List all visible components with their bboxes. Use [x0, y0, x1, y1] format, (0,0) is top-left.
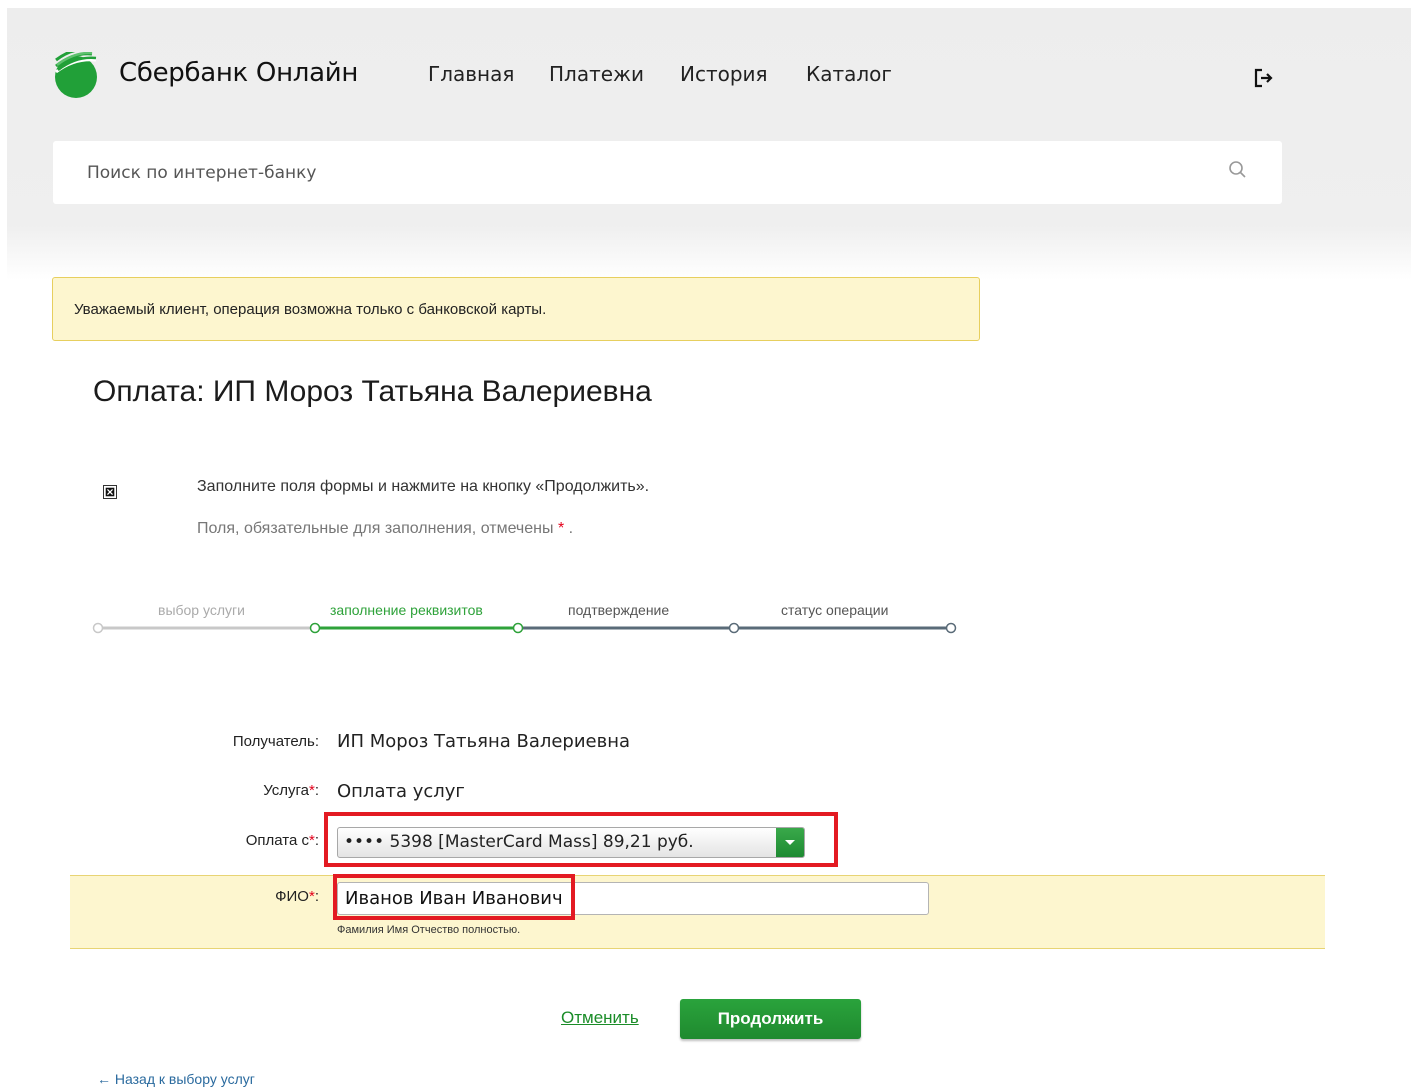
fio-input[interactable] — [337, 882, 929, 915]
logout-icon[interactable] — [1253, 67, 1275, 89]
page-title: Оплата: ИП Мороз Татьяна Валериевна — [93, 375, 652, 408]
card-select[interactable]: •••• 5398 [MasterCard Mass] 89,21 руб. — [337, 827, 805, 858]
nav-catalog[interactable]: Каталог — [806, 62, 892, 86]
required-hint-dot: . — [568, 520, 574, 537]
label-colon: : — [314, 832, 319, 849]
search-input[interactable]: Поиск по интернет-банку — [87, 163, 316, 183]
chevron-down-icon — [785, 840, 795, 845]
step-operation-status: статус операции — [781, 602, 889, 618]
brand-name[interactable]: Сбербанк Онлайн — [119, 58, 358, 88]
notice-banner: Уважаемый клиент, операция возможна толь… — [52, 277, 980, 341]
required-hint-text: Поля, обязательные для заполнения, отмеч… — [197, 520, 554, 537]
cancel-link[interactable]: Отменить — [561, 1008, 639, 1028]
pay-from-label-text: Оплата с — [245, 832, 309, 849]
notice-text: Уважаемый клиент, операция возможна толь… — [74, 301, 547, 318]
recipient-value: ИП Мороз Татьяна Валериевна — [337, 731, 631, 752]
label-colon: : — [314, 888, 319, 905]
instruction-text: Заполните поля формы и нажмите на кнопку… — [197, 478, 650, 495]
nav-payments[interactable]: Платежи — [549, 62, 644, 86]
fio-hint: Фамилия Имя Отчество полностью. — [337, 924, 521, 936]
dropdown-button[interactable] — [776, 828, 804, 857]
back-to-services-link[interactable]: ← Назад к выбору услуг — [97, 1071, 255, 1087]
fio-label-text: ФИО — [275, 888, 309, 905]
continue-button[interactable]: Продолжить — [680, 999, 861, 1039]
nav-main[interactable]: Главная — [428, 62, 514, 86]
service-value: Оплата услуг — [337, 781, 465, 802]
fio-label: ФИО*: — [200, 888, 319, 905]
pay-from-label: Оплата с*: — [200, 832, 319, 849]
search-icon[interactable] — [1228, 160, 1248, 180]
step-confirmation: подтверждение — [568, 602, 670, 618]
progress-steps: выбор услуги заполнение реквизитов подтв… — [90, 598, 970, 643]
step-fill-details: заполнение реквизитов — [330, 602, 483, 618]
nav-history[interactable]: История — [680, 62, 768, 86]
required-hint: Поля, обязательные для заполнения, отмеч… — [197, 520, 573, 538]
sberbank-logo-icon — [55, 52, 97, 98]
recipient-label: Получатель: — [232, 733, 319, 750]
step-select-service: выбор услуги — [158, 602, 245, 618]
service-label: Услуга*: — [200, 782, 319, 799]
card-select-value: •••• 5398 [MasterCard Mass] 89,21 руб. — [344, 832, 694, 852]
broken-image-icon — [103, 485, 117, 499]
service-label-text: Услуга — [263, 782, 309, 799]
label-colon: : — [314, 782, 319, 799]
required-mark: * — [557, 520, 565, 537]
search-bar[interactable]: Поиск по интернет-банку — [53, 141, 1282, 204]
